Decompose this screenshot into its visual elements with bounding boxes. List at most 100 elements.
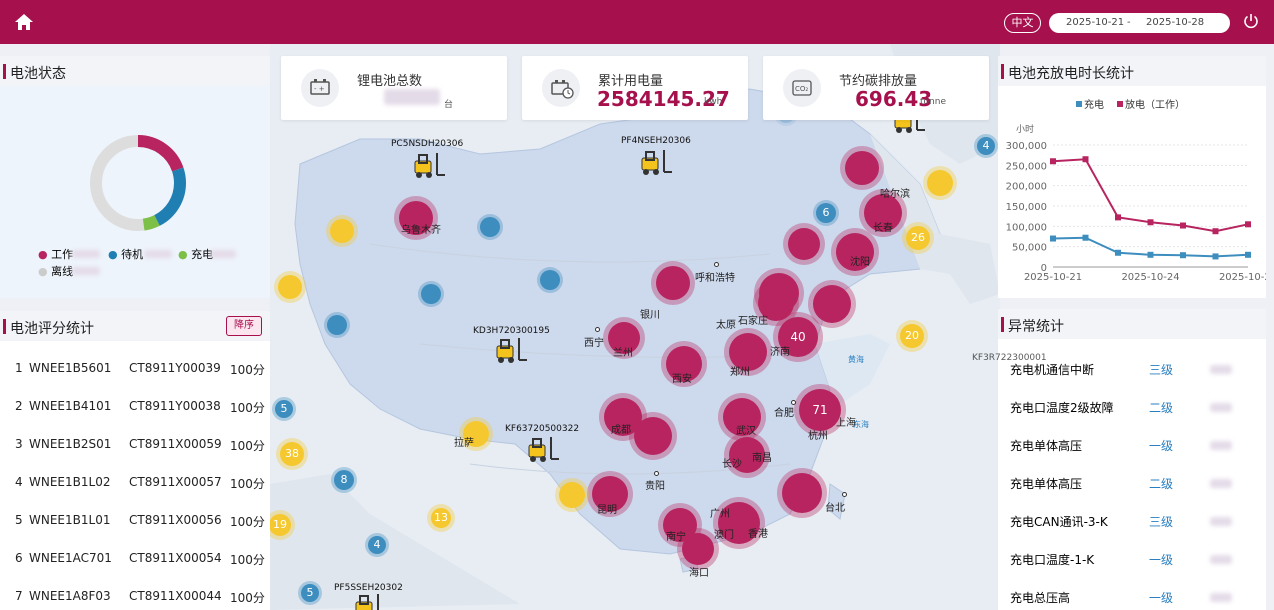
legend-item-standby: ● 待机 xyxy=(108,248,144,261)
map-cluster[interactable] xyxy=(634,417,672,455)
map-cluster[interactable]: 4 xyxy=(368,536,386,554)
alarm-level: 二级 xyxy=(1149,477,1174,491)
score-row[interactable]: 7 WNEE1A8F03 CT8911X00044 100分 xyxy=(0,579,266,610)
alarm-row[interactable]: 充电单体高压 二级 xyxy=(998,465,1264,503)
y-tick-label: 150,000 xyxy=(1006,202,1047,213)
battery-id: WNEE1B1L02 xyxy=(29,475,111,489)
city-label: 长沙 xyxy=(722,459,742,470)
map-cluster[interactable]: 20 xyxy=(900,324,924,348)
city-label: 昆明 xyxy=(597,505,617,516)
forklift-icon[interactable] xyxy=(495,336,529,366)
row-rank: 2 xyxy=(15,399,23,413)
x-tick-label: 2025-10-24 xyxy=(1121,272,1179,283)
alarm-row[interactable]: 充电口温度2级故障 二级 xyxy=(998,389,1264,427)
data-point xyxy=(1115,249,1121,256)
city-label: 南宁 xyxy=(666,532,686,543)
date-separator: - xyxy=(1127,17,1131,28)
alarm-row[interactable]: 充电口温度-1-K 一级 xyxy=(998,541,1264,579)
data-point xyxy=(1115,214,1121,221)
city-label: 沈阳 xyxy=(850,257,870,268)
alarm-count-masked xyxy=(1210,593,1232,602)
date-range-picker[interactable]: 2025-10-21 - 2025-10-28 xyxy=(1049,13,1230,33)
battery-code: CT8911X00054 xyxy=(129,551,222,565)
legend-item-working: ● 工作 xyxy=(38,248,74,261)
battery-id: WNEE1AC701 xyxy=(29,551,112,565)
battery-code: CT8911X00044 xyxy=(129,589,222,603)
data-point xyxy=(1180,252,1186,259)
map-cluster[interactable]: 4 xyxy=(977,137,995,155)
map-cluster[interactable]: 13 xyxy=(431,508,451,528)
map-cluster[interactable] xyxy=(927,170,953,196)
city-label: 西安 xyxy=(672,374,692,385)
map-cluster[interactable]: 38 xyxy=(280,442,304,466)
battery-code: CT8911X00057 xyxy=(129,475,222,489)
map-cluster[interactable] xyxy=(788,228,820,260)
map-cluster[interactable]: 6 xyxy=(816,203,836,223)
x-tick-label: 2025-10-21 xyxy=(1024,272,1082,283)
map-cluster[interactable] xyxy=(559,482,585,508)
alarm-row[interactable]: 充电CAN通讯-3-K 三级 xyxy=(998,503,1264,541)
map-cluster[interactable]: 19 xyxy=(270,514,291,536)
map-cluster[interactable] xyxy=(278,275,302,299)
map-cluster[interactable]: 5 xyxy=(275,400,293,418)
forklift-icon[interactable] xyxy=(354,592,388,610)
score-row[interactable]: 5 WNEE1B1L01 CT8911X00056 100分 xyxy=(0,503,266,541)
device-label: KF3R722300001 xyxy=(972,353,1047,363)
map-cluster[interactable]: 26 xyxy=(906,226,930,250)
map-cluster[interactable]: 8 xyxy=(334,470,354,490)
score-row[interactable]: 1 WNEE1B5601 CT8911Y00039 100分 xyxy=(0,351,266,389)
battery-code: CT8911X00059 xyxy=(129,437,222,451)
map-cluster[interactable] xyxy=(782,473,822,513)
score-row[interactable]: 3 WNEE1B2S01 CT8911X00059 100分 xyxy=(0,427,266,465)
alarm-name: 充电总压高 xyxy=(1010,591,1071,605)
map-cluster[interactable] xyxy=(845,151,879,185)
map-cluster[interactable] xyxy=(540,270,560,290)
battery-status-panel: 电池状态 ● 工作 ● 待机 ● 充电 ● 离线 xyxy=(0,56,270,298)
data-point xyxy=(1180,222,1186,229)
battery-id: WNEE1B1L01 xyxy=(29,513,111,527)
kpi-value-masked xyxy=(384,89,440,105)
map-cluster[interactable] xyxy=(421,284,441,304)
alarm-level: 一级 xyxy=(1149,591,1174,605)
battery-status-donut xyxy=(90,135,186,231)
forklift-icon[interactable] xyxy=(527,435,561,465)
alarm-level: 一级 xyxy=(1149,439,1174,453)
legend-item-charging: ● 充电 xyxy=(178,248,214,261)
alarm-row[interactable]: 充电单体高压 一级 xyxy=(998,427,1264,465)
map-cluster[interactable] xyxy=(813,285,851,323)
y-tick-label: 250,000 xyxy=(1006,161,1047,172)
row-rank: 7 xyxy=(15,589,23,603)
city-label: 呼和浩特 xyxy=(695,273,735,284)
kpi-unit: kwh xyxy=(704,97,723,107)
alarm-name: 充电CAN通讯-3-K xyxy=(1010,515,1108,529)
battery-id: WNEE1B2S01 xyxy=(29,437,112,451)
china-map[interactable]: 40 71 6 4 5 8 4 5 26 20 38 19 13 乌鲁木齐 银川… xyxy=(270,44,1000,610)
power-icon[interactable] xyxy=(1242,12,1260,30)
forklift-icon[interactable] xyxy=(413,151,447,181)
map-cluster[interactable] xyxy=(682,533,714,565)
kpi-card-carbon-saved: CO₂ 节约碳排放量 696.43 tonne xyxy=(763,56,989,120)
map-cluster[interactable] xyxy=(759,273,799,313)
city-marker xyxy=(714,262,719,267)
score-row[interactable]: 6 WNEE1AC701 CT8911X00054 100分 xyxy=(0,541,266,579)
score-row[interactable]: 4 WNEE1B1L02 CT8911X00057 100分 xyxy=(0,465,266,503)
map-cluster[interactable]: 71 xyxy=(799,389,841,431)
y-tick-label: 200,000 xyxy=(1006,182,1047,193)
alarm-row[interactable]: 充电总压高 一级 xyxy=(998,579,1264,610)
alarm-name: 充电机通信中断 xyxy=(1010,363,1095,377)
map-cluster[interactable] xyxy=(330,219,354,243)
map-cluster[interactable] xyxy=(480,217,500,237)
city-label: 广州 xyxy=(710,509,730,520)
alarm-name: 充电单体高压 xyxy=(1010,439,1083,453)
score-row[interactable]: 2 WNEE1B4101 CT8911Y00038 100分 xyxy=(0,389,266,427)
map-cluster[interactable] xyxy=(656,266,690,300)
battery-clock-icon xyxy=(542,69,580,107)
battery-score-panel: 电池评分统计 降序 1 WNEE1B5601 CT8911Y00039 100分 2 WN… xyxy=(0,311,270,610)
home-icon[interactable] xyxy=(14,12,34,32)
language-toggle[interactable]: 中文 xyxy=(1004,13,1041,33)
city-label: 南昌 xyxy=(752,453,772,464)
sort-desc-button[interactable]: 降序 xyxy=(226,316,262,336)
forklift-icon[interactable] xyxy=(640,148,674,178)
map-cluster[interactable]: 5 xyxy=(301,584,319,602)
map-cluster[interactable] xyxy=(327,315,347,335)
